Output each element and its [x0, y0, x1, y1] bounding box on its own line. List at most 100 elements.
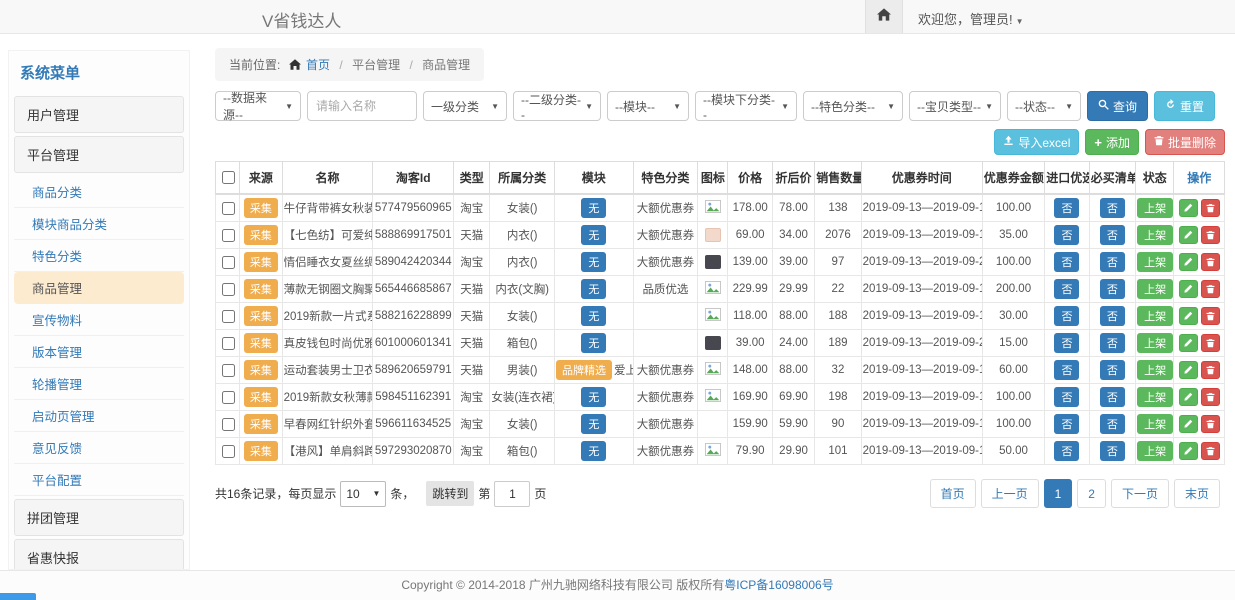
import-select-toggle[interactable]: 否 [1054, 441, 1079, 461]
prev-page-button[interactable]: 上一页 [981, 479, 1039, 508]
page-number-button[interactable]: 2 [1077, 479, 1106, 508]
name-search-input[interactable] [307, 91, 417, 121]
sidebar-item-6[interactable]: 商品管理 [14, 272, 184, 304]
batch-delete-button[interactable]: 批量删除 [1145, 129, 1225, 155]
delete-button[interactable] [1201, 253, 1220, 271]
delete-button[interactable] [1201, 199, 1220, 217]
filter-select-7[interactable]: --宝贝类型--▼ [909, 91, 1001, 121]
sidebar-item-10[interactable]: 启动页管理 [14, 400, 184, 432]
breadcrumb-home-link[interactable]: 首页 [306, 58, 330, 72]
delete-button[interactable] [1201, 442, 1220, 460]
sidebar-item-13[interactable]: 拼团管理 [14, 499, 184, 536]
must-buy-toggle[interactable]: 否 [1100, 441, 1125, 461]
status-toggle[interactable]: 上架 [1137, 360, 1173, 380]
module-none-badge[interactable]: 无 [581, 225, 606, 245]
jump-to-button[interactable]: 跳转到 [426, 481, 474, 506]
edit-button[interactable] [1179, 442, 1198, 460]
must-buy-toggle[interactable]: 否 [1100, 306, 1125, 326]
row-checkbox[interactable] [222, 364, 235, 377]
delete-button[interactable] [1201, 334, 1220, 352]
import-select-toggle[interactable]: 否 [1054, 333, 1079, 353]
sidebar-item-4[interactable]: 模块商品分类 [14, 208, 184, 240]
module-none-badge[interactable]: 无 [581, 414, 606, 434]
edit-button[interactable] [1179, 388, 1198, 406]
import-select-toggle[interactable]: 否 [1054, 252, 1079, 272]
last-page-button[interactable]: 末页 [1174, 479, 1220, 508]
import-select-toggle[interactable]: 否 [1054, 306, 1079, 326]
module-none-badge[interactable]: 无 [581, 279, 606, 299]
filter-select-3[interactable]: --二级分类--▼ [513, 91, 601, 121]
status-toggle[interactable]: 上架 [1137, 279, 1173, 299]
edit-button[interactable] [1179, 361, 1198, 379]
row-checkbox[interactable] [222, 256, 235, 269]
delete-button[interactable] [1201, 388, 1220, 406]
status-toggle[interactable]: 上架 [1137, 225, 1173, 245]
sidebar-item-2[interactable]: 平台管理 [14, 136, 184, 173]
import-select-toggle[interactable]: 否 [1054, 198, 1079, 218]
add-button[interactable]: + 添加 [1085, 129, 1139, 155]
status-toggle[interactable]: 上架 [1137, 198, 1173, 218]
status-toggle[interactable]: 上架 [1137, 441, 1173, 461]
status-toggle[interactable]: 上架 [1137, 414, 1173, 434]
must-buy-toggle[interactable]: 否 [1100, 360, 1125, 380]
filter-select-4[interactable]: --模块--▼ [607, 91, 689, 121]
filter-select-8[interactable]: --状态--▼ [1007, 91, 1081, 121]
delete-button[interactable] [1201, 415, 1220, 433]
must-buy-toggle[interactable]: 否 [1100, 387, 1125, 407]
sidebar-item-7[interactable]: 宣传物料 [14, 304, 184, 336]
edit-button[interactable] [1179, 334, 1198, 352]
edit-button[interactable] [1179, 280, 1198, 298]
status-toggle[interactable]: 上架 [1137, 333, 1173, 353]
next-page-button[interactable]: 下一页 [1111, 479, 1169, 508]
icp-link[interactable]: 粤ICP备16098006号 [724, 578, 833, 592]
row-checkbox[interactable] [222, 229, 235, 242]
row-checkbox[interactable] [222, 283, 235, 296]
delete-button[interactable] [1201, 226, 1220, 244]
module-none-badge[interactable]: 无 [581, 306, 606, 326]
reset-button[interactable]: 重置 [1154, 91, 1215, 121]
sidebar-item-9[interactable]: 轮播管理 [14, 368, 184, 400]
import-excel-button[interactable]: 导入excel [994, 129, 1079, 155]
module-none-badge[interactable]: 无 [581, 252, 606, 272]
must-buy-toggle[interactable]: 否 [1100, 333, 1125, 353]
home-button[interactable] [865, 0, 903, 33]
must-buy-toggle[interactable]: 否 [1100, 414, 1125, 434]
edit-button[interactable] [1179, 199, 1198, 217]
row-checkbox[interactable] [222, 391, 235, 404]
edit-button[interactable] [1179, 307, 1198, 325]
delete-button[interactable] [1201, 307, 1220, 325]
row-checkbox[interactable] [222, 418, 235, 431]
sidebar-item-8[interactable]: 版本管理 [14, 336, 184, 368]
row-checkbox[interactable] [222, 337, 235, 350]
user-menu[interactable]: 欢迎您，管理员!▼ [918, 9, 1024, 28]
row-checkbox[interactable] [222, 445, 235, 458]
sidebar-item-11[interactable]: 意见反馈 [14, 432, 184, 464]
filter-select-6[interactable]: --特色分类--▼ [803, 91, 903, 121]
sidebar-item-3[interactable]: 商品分类 [14, 176, 184, 208]
import-select-toggle[interactable]: 否 [1054, 279, 1079, 299]
row-checkbox[interactable] [222, 310, 235, 323]
select-all-checkbox[interactable] [222, 171, 235, 184]
module-none-badge[interactable]: 无 [581, 198, 606, 218]
edit-button[interactable] [1179, 226, 1198, 244]
delete-button[interactable] [1201, 361, 1220, 379]
edit-button[interactable] [1179, 415, 1198, 433]
must-buy-toggle[interactable]: 否 [1100, 198, 1125, 218]
sidebar-item-1[interactable]: 用户管理 [14, 96, 184, 133]
page-size-select[interactable]: 10 ▼ [340, 481, 386, 507]
filter-select-1[interactable]: --数据来源--▼ [215, 91, 301, 121]
search-button[interactable]: 查询 [1087, 91, 1148, 121]
jump-page-input[interactable] [494, 481, 530, 507]
status-toggle[interactable]: 上架 [1137, 387, 1173, 407]
sidebar-item-5[interactable]: 特色分类 [14, 240, 184, 272]
page-number-button[interactable]: 1 [1044, 479, 1073, 508]
filter-select-5[interactable]: --模块下分类--▼ [695, 91, 797, 121]
must-buy-toggle[interactable]: 否 [1100, 279, 1125, 299]
edit-button[interactable] [1179, 253, 1198, 271]
sidebar-item-12[interactable]: 平台配置 [14, 464, 184, 496]
import-select-toggle[interactable]: 否 [1054, 225, 1079, 245]
filter-select-2[interactable]: 一级分类▼ [423, 91, 507, 121]
status-toggle[interactable]: 上架 [1137, 252, 1173, 272]
module-none-badge[interactable]: 无 [581, 441, 606, 461]
must-buy-toggle[interactable]: 否 [1100, 225, 1125, 245]
